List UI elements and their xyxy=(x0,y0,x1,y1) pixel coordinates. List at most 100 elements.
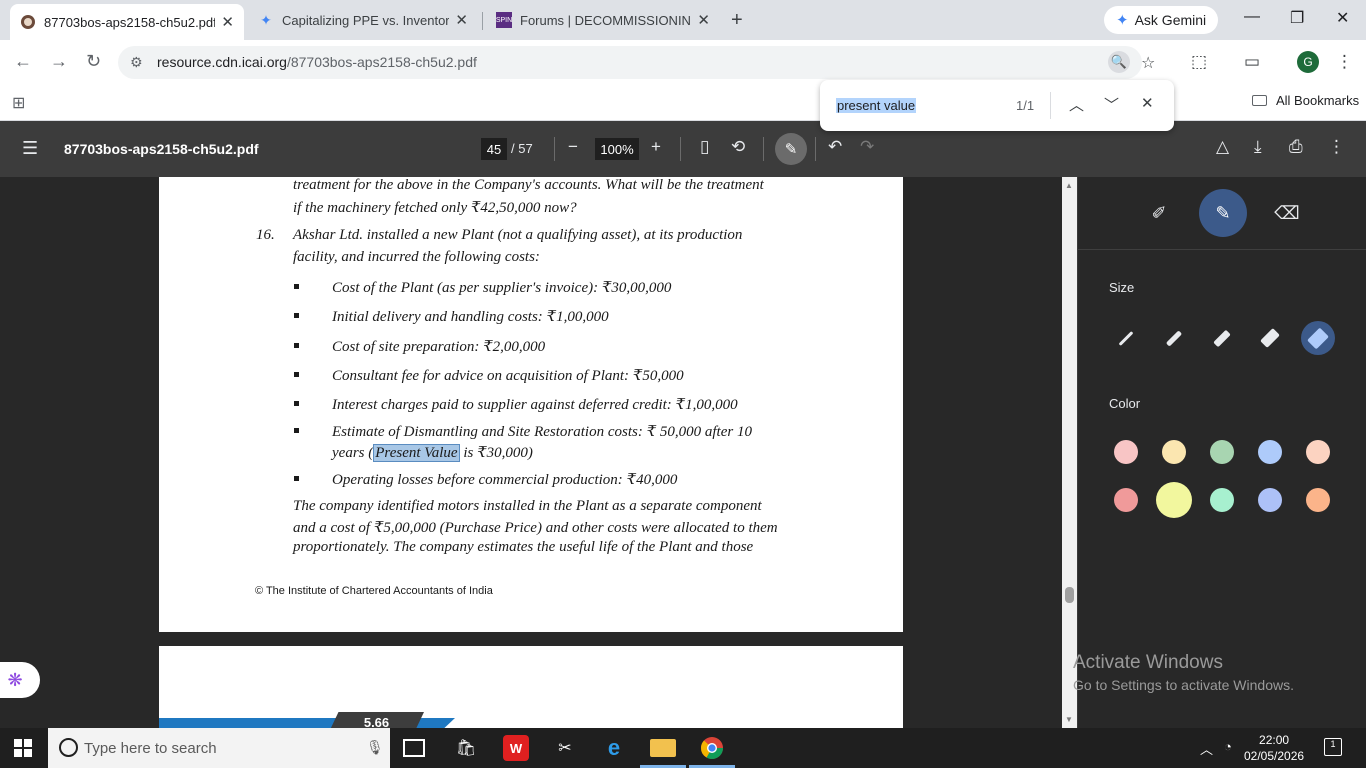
color-swatch[interactable] xyxy=(1306,440,1330,464)
find-close-icon[interactable]: ✕ xyxy=(1141,94,1154,112)
zoom-out-icon[interactable]: − xyxy=(568,137,578,157)
print-icon[interactable]: ⎙ xyxy=(1289,137,1303,157)
edge-browser-icon[interactable]: e xyxy=(601,735,627,761)
close-tab-icon[interactable]: ✕ xyxy=(455,11,468,29)
page-text-line: proportionately. The company estimates t… xyxy=(293,539,754,555)
document-viewport[interactable]: treatment for the above in the Company's… xyxy=(0,177,1077,728)
eraser-tool-icon[interactable]: ⌫ xyxy=(1263,189,1311,237)
color-swatch[interactable] xyxy=(1258,488,1282,512)
close-tab-icon[interactable]: ✕ xyxy=(221,13,234,31)
ai-assistant-icon[interactable]: ❋ xyxy=(0,662,40,698)
scroll-down-icon[interactable]: ▼ xyxy=(1065,715,1073,724)
address-bar[interactable]: ⚙ resource.cdn.icai.org/87703bos-aps2158… xyxy=(118,46,1155,79)
undo-icon[interactable]: ↶ xyxy=(828,137,842,157)
gemini-favicon-icon: ✦ xyxy=(260,11,272,28)
tab-search-icon[interactable]: ▭ xyxy=(1244,52,1260,72)
ask-gemini-button[interactable]: ✦ Ask Gemini xyxy=(1104,6,1219,34)
file-explorer-icon[interactable] xyxy=(650,739,676,757)
tab-pdf[interactable]: 87703bos-aps2158-ch5u2.pdf ✕ xyxy=(10,4,244,40)
bullet-marker xyxy=(294,476,299,481)
bookmark-star-icon[interactable]: ☆ xyxy=(1141,53,1155,73)
wifi-icon[interactable]: ◔ xyxy=(1224,739,1232,754)
zoom-in-icon[interactable]: + xyxy=(651,137,661,157)
url-text[interactable]: resource.cdn.icai.org/87703bos-aps2158-c… xyxy=(157,54,477,70)
new-tab-button[interactable]: + xyxy=(731,9,743,32)
task-view-icon[interactable] xyxy=(403,739,425,757)
back-arrow-icon[interactable]: ← xyxy=(14,51,32,72)
minimize-icon[interactable]: — xyxy=(1244,8,1260,26)
color-swatch[interactable] xyxy=(1258,440,1282,464)
rotate-icon[interactable]: ⟲ xyxy=(731,137,745,157)
color-swatch[interactable] xyxy=(1210,488,1234,512)
extensions-icon[interactable]: ⬚ xyxy=(1191,52,1207,72)
pen-tool-icon[interactable]: ✎ xyxy=(1199,189,1247,237)
download-icon[interactable]: ⤓ xyxy=(1254,137,1262,157)
color-swatch[interactable] xyxy=(1306,488,1330,512)
color-swatch[interactable] xyxy=(1156,482,1192,518)
pdf-title: 87703bos-aps2158-ch5u2.pdf xyxy=(64,141,259,157)
wps-office-icon[interactable]: W xyxy=(503,735,529,761)
windows-start-icon[interactable] xyxy=(14,739,32,757)
activate-windows-watermark: Activate Windows Go to Settings to activ… xyxy=(1073,652,1294,693)
scroll-up-icon[interactable]: ▲ xyxy=(1065,181,1073,190)
tray-overflow-icon[interactable]: ︿ xyxy=(1200,739,1213,758)
watermark-subtitle: Go to Settings to activate Windows. xyxy=(1073,677,1294,693)
scrollbar-thumb[interactable] xyxy=(1065,587,1074,603)
bullet-marker xyxy=(294,372,299,377)
tab-separator xyxy=(482,12,483,30)
profile-avatar[interactable]: G xyxy=(1297,51,1319,73)
document-scrollbar[interactable]: ▲ ▼ xyxy=(1062,177,1077,728)
zoom-input[interactable]: 100% xyxy=(595,138,639,160)
size-option-4[interactable] xyxy=(1253,321,1287,355)
close-tab-icon[interactable]: ✕ xyxy=(697,11,710,29)
find-in-page-icon[interactable]: 🔍 xyxy=(1108,51,1130,73)
bullet-marker xyxy=(294,284,299,289)
color-swatch[interactable] xyxy=(1114,440,1138,464)
find-next-icon[interactable]: ﹀ xyxy=(1104,94,1119,115)
color-swatch[interactable] xyxy=(1162,440,1186,464)
restore-icon[interactable]: ❐ xyxy=(1290,8,1304,28)
microphone-icon[interactable]: 🎙 xyxy=(366,739,384,756)
chrome-taskbar-icon[interactable] xyxy=(699,735,725,761)
size-option-1[interactable] xyxy=(1109,321,1143,355)
taskbar-search[interactable]: Type here to search 🎙 xyxy=(48,728,390,768)
toolbar-separator xyxy=(554,137,555,161)
page-number-input[interactable]: 45 xyxy=(481,138,507,160)
find-separator xyxy=(1050,92,1051,119)
snipping-tool-icon[interactable]: ✂ xyxy=(552,735,578,761)
apps-grid-icon[interactable]: ⊞ xyxy=(12,93,25,113)
redo-icon[interactable]: ↷ xyxy=(860,137,874,157)
close-window-icon[interactable]: ✕ xyxy=(1336,8,1349,28)
color-swatch[interactable] xyxy=(1210,440,1234,464)
size-option-2[interactable] xyxy=(1157,321,1191,355)
microsoft-store-icon[interactable]: 🛍 xyxy=(453,735,479,761)
reload-icon[interactable]: ↻ xyxy=(86,51,101,72)
list-item: Cost of the Plant (as per supplier's inv… xyxy=(332,280,672,296)
tab-capitalizing[interactable]: ✦ Capitalizing PPE vs. Inventory C ✕ xyxy=(248,4,478,36)
drive-save-icon[interactable]: △ xyxy=(1216,137,1229,157)
page-number-tag: 5.66 xyxy=(329,712,424,728)
fit-page-icon[interactable]: ▯ xyxy=(700,137,709,157)
tab-forums[interactable]: SPIN Forums | DECOMMISSIONING C ✕ xyxy=(486,4,720,36)
page-text-line: facility, and incurred the following cos… xyxy=(293,249,540,265)
system-clock[interactable]: 22:00 02/05/2026 xyxy=(1244,732,1304,764)
forward-arrow-icon[interactable]: → xyxy=(50,51,68,72)
clock-time: 22:00 xyxy=(1259,733,1290,747)
find-input[interactable]: present value xyxy=(836,98,917,113)
browser-menu-icon[interactable]: ⋮ xyxy=(1336,52,1353,72)
notification-center-icon[interactable]: 1 xyxy=(1324,738,1342,756)
hamburger-menu-icon[interactable]: ☰ xyxy=(22,138,38,159)
size-option-3[interactable] xyxy=(1205,321,1239,355)
find-previous-icon[interactable]: ︿ xyxy=(1069,94,1084,115)
all-bookmarks-button[interactable]: All Bookmarks xyxy=(1252,93,1359,108)
annotate-pen-icon[interactable]: ✎ xyxy=(775,133,807,165)
bullet-marker xyxy=(294,401,299,406)
windows-taskbar: Type here to search 🎙 🛍 W ✂ e ︿ ◔ 22:00 … xyxy=(0,728,1366,768)
highlighter-tool-icon[interactable]: ✐ xyxy=(1135,189,1183,237)
site-info-icon[interactable]: ⚙ xyxy=(130,54,143,71)
question-number: 16. xyxy=(256,227,275,243)
more-options-icon[interactable]: ⋮ xyxy=(1328,137,1345,157)
size-option-5[interactable] xyxy=(1301,321,1335,355)
tab-title: 87703bos-aps2158-ch5u2.pdf xyxy=(44,14,216,30)
color-swatch[interactable] xyxy=(1114,488,1138,512)
